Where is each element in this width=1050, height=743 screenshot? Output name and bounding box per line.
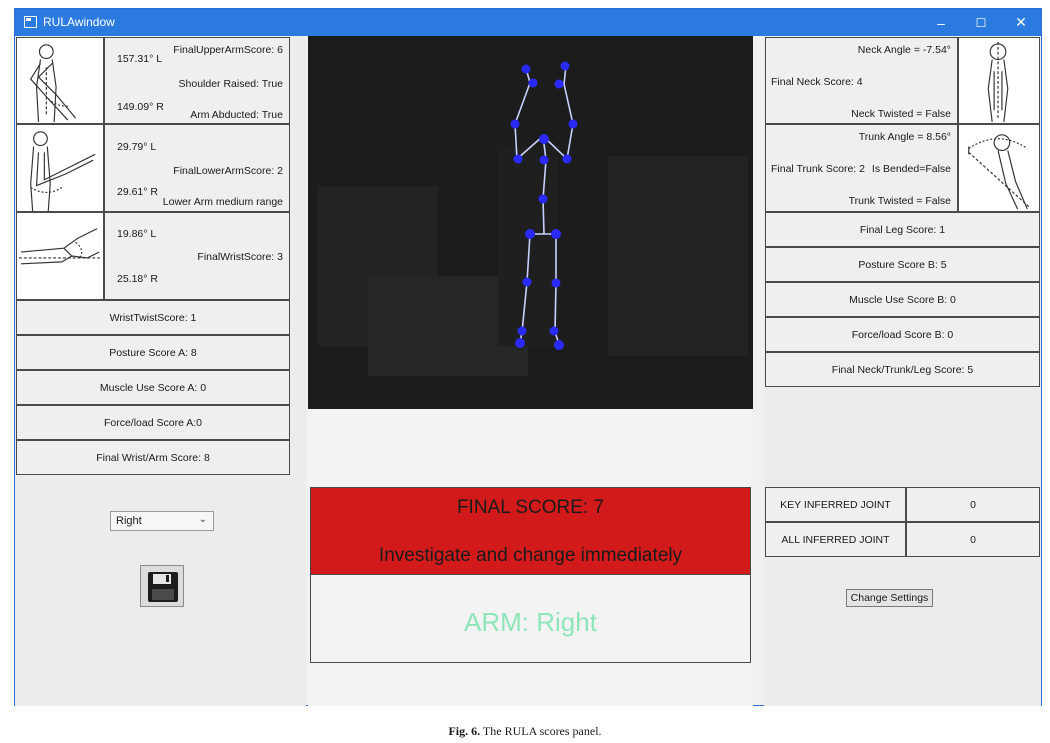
change-settings-button[interactable]: Change Settings — [846, 589, 933, 607]
final-neck-score: Final Neck Score: 4 — [771, 76, 863, 88]
arm-side-panel: ARM: Right — [310, 574, 751, 663]
wrist-panel: 19.86° L 25.18° R FinalWristScore: 3 — [104, 212, 290, 300]
all-inferred-joint-value: 0 — [970, 533, 976, 546]
upper-arm-angle-left: 157.31° L — [117, 53, 163, 65]
neck-twisted: Neck Twisted = False — [851, 108, 951, 120]
posture-score-a-row: Posture Score A: 8 — [16, 335, 290, 370]
final-score-message: Investigate and change immediately — [378, 545, 683, 566]
lower-arm-illustration — [16, 124, 104, 212]
trunk-panel: Trunk Angle = 8.56° Final Trunk Score: 2… — [765, 124, 958, 212]
title-bar[interactable]: RULAwindow – ☐ ✕ — [15, 9, 1041, 36]
center-panel: FINAL SCORE: 7 Investigate and change im… — [308, 36, 753, 706]
right-panel: Neck Angle = -7.54° Final Neck Score: 4 … — [764, 36, 1041, 706]
shoulder-raised: Shoulder Raised: True — [178, 78, 283, 90]
posture-score-b: Posture Score B: 5 — [858, 258, 947, 271]
final-leg-score: Final Leg Score: 1 — [859, 223, 946, 236]
skeleton-view — [308, 36, 753, 409]
lower-arm-panel: 29.79° L 29.61° R FinalLowerArmScore: 2 … — [104, 124, 290, 212]
arm-side-label: ARM: Right — [464, 607, 597, 637]
is-bended: Is Bended=False — [871, 163, 951, 175]
force-load-score-b: Force/load Score B: 0 — [851, 328, 954, 341]
figure-caption-text: The RULA scores panel. — [480, 724, 602, 738]
left-panel: 157.31° L 149.09° R FinalUpperArmScore: … — [15, 36, 306, 706]
posture-score-a: Posture Score A: 8 — [109, 346, 197, 359]
wrist-twist-score: WristTwistScore: 1 — [109, 311, 197, 324]
neck-angle: Neck Angle = -7.54° — [857, 44, 951, 56]
lower-arm-angle-right: 29.61° R — [117, 186, 158, 198]
final-neck-trunk-leg-score: Final Neck/Trunk/Leg Score: 5 — [831, 363, 974, 376]
upper-arm-angle-right: 149.09° R — [117, 101, 164, 113]
force-load-score-a: Force/load Score A:0 — [103, 416, 203, 429]
figure-caption: Fig. 6. The RULA scores panel. — [0, 724, 1050, 739]
lower-arm-score: FinalLowerArmScore: 2 — [173, 165, 283, 177]
muscle-use-score-a-row: Muscle Use Score A: 0 — [16, 370, 290, 405]
neck-panel: Neck Angle = -7.54° Final Neck Score: 4 … — [765, 37, 958, 124]
muscle-use-score-b: Muscle Use Score B: 0 — [849, 293, 956, 306]
trunk-twisted: Trunk Twisted = False — [848, 195, 951, 207]
wrist-angle-left: 19.86° L — [117, 228, 157, 240]
final-trunk-score: Final Trunk Score: 2 — [771, 163, 865, 175]
force-load-score-b-row: Force/load Score B: 0 — [765, 317, 1040, 352]
key-inferred-joint-value: 0 — [970, 498, 976, 511]
trunk-illustration — [958, 124, 1040, 212]
arm-side-dropdown[interactable]: Right ⌄ — [110, 511, 214, 531]
rula-window: RULAwindow – ☐ ✕ 157.31° L 149.09° R Fin… — [14, 8, 1042, 706]
all-inferred-joint-label-cell: ALL INFERRED JOINT — [765, 522, 906, 557]
wrist-score: FinalWristScore: 3 — [197, 251, 283, 263]
key-inferred-joint-value-cell: 0 — [906, 487, 1040, 522]
key-inferred-joint-label: KEY INFERRED JOINT — [780, 498, 891, 511]
upper-arm-score: FinalUpperArmScore: 6 — [173, 44, 283, 56]
force-load-score-a-row: Force/load Score A:0 — [16, 405, 290, 440]
final-wrist-arm-score: Final Wrist/Arm Score: 8 — [96, 451, 210, 464]
key-inferred-joint-label-cell: KEY INFERRED JOINT — [765, 487, 906, 522]
camera-skeleton-view — [308, 36, 753, 409]
client-area: 157.31° L 149.09° R FinalUpperArmScore: … — [15, 36, 1041, 706]
wrist-twist-score-row: WristTwistScore: 1 — [16, 300, 290, 335]
all-inferred-joint-value-cell: 0 — [906, 522, 1040, 557]
arm-side-value: Right — [116, 515, 142, 527]
neck-illustration — [958, 37, 1040, 124]
lower-arm-angle-left: 29.79° L — [117, 141, 157, 153]
chevron-down-icon: ⌄ — [198, 514, 207, 525]
lower-arm-range: Lower Arm medium range — [162, 196, 283, 208]
minimize-button[interactable]: – — [921, 9, 961, 36]
floppy-disk-icon — [148, 572, 178, 602]
trunk-angle: Trunk Angle = 8.56° — [858, 131, 951, 143]
arm-abducted: Arm Abducted: True — [190, 109, 283, 121]
all-inferred-joint-label: ALL INFERRED JOINT — [781, 533, 890, 546]
muscle-use-score-a: Muscle Use Score A: 0 — [99, 381, 207, 394]
save-button[interactable] — [140, 565, 184, 607]
wrist-illustration — [16, 212, 104, 300]
final-leg-score-row: Final Leg Score: 1 — [765, 212, 1040, 247]
final-score: FINAL SCORE: 7 — [456, 497, 605, 518]
upper-arm-panel: 157.31° L 149.09° R FinalUpperArmScore: … — [104, 37, 290, 124]
final-neck-trunk-leg-score-row: Final Neck/Trunk/Leg Score: 5 — [765, 352, 1040, 387]
maximize-button[interactable]: ☐ — [961, 9, 1001, 36]
wrist-angle-right: 25.18° R — [117, 273, 158, 285]
final-score-panel: FINAL SCORE: 7 Investigate and change im… — [310, 487, 751, 575]
upper-arm-illustration — [16, 37, 104, 124]
window-title: RULAwindow — [43, 15, 115, 29]
posture-score-b-row: Posture Score B: 5 — [765, 247, 1040, 282]
app-icon — [24, 16, 37, 28]
figure-label: Fig. 6. — [448, 724, 481, 738]
muscle-use-score-b-row: Muscle Use Score B: 0 — [765, 282, 1040, 317]
close-button[interactable]: ✕ — [1001, 9, 1041, 36]
final-wrist-arm-score-row: Final Wrist/Arm Score: 8 — [16, 440, 290, 475]
